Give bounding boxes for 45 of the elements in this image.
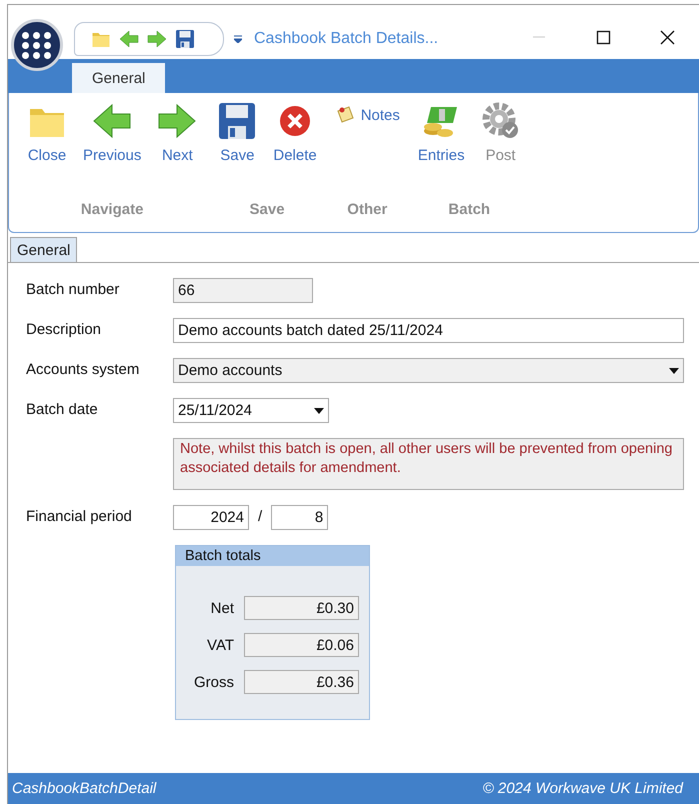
- window-title: Cashbook Batch Details...: [254, 30, 438, 48]
- panel-title: Batch totals: [176, 546, 369, 566]
- group-label: Batch: [448, 201, 490, 218]
- ribbon-button[interactable]: Notes: [332, 105, 402, 125]
- note-message: Note, whilst this batch is open, all other users will be prevented from opening associated details for amendment.: [173, 438, 684, 490]
- dropdown-caret-icon: [314, 408, 324, 414]
- dropdown[interactable]: Demo accounts: [173, 358, 684, 383]
- total-label: Gross: [194, 674, 234, 690]
- ribbon-tab[interactable]: General: [72, 63, 166, 93]
- ribbon-button[interactable]: Entries: [414, 93, 469, 169]
- field-label: Accounts system: [26, 360, 140, 378]
- group-label: Save: [250, 201, 285, 218]
- ribbon-button[interactable]: Save: [213, 93, 262, 169]
- group-label: Navigate: [80, 201, 144, 218]
- total-label: VAT: [207, 636, 234, 654]
- year-field[interactable]: 2024: [173, 505, 249, 530]
- ribbon-button[interactable]: Previous: [79, 93, 146, 169]
- field-label: Financial period: [26, 507, 133, 525]
- total-label: Net: [210, 600, 234, 616]
- total-field: £0.36: [244, 670, 359, 694]
- total-field: £0.06: [244, 633, 359, 657]
- left-arrow-icon: [92, 101, 132, 141]
- gear-icon: [480, 101, 521, 141]
- field-label: Description: [26, 320, 102, 338]
- right-arrow-icon: [157, 101, 198, 141]
- batch-number-field[interactable]: 66: [173, 278, 313, 303]
- text-field[interactable]: Demo accounts batch dated 25/11/2024: [173, 318, 684, 343]
- notepad-icon: [334, 105, 355, 125]
- page-tab[interactable]: General: [10, 237, 78, 262]
- period-field[interactable]: 8: [271, 505, 328, 530]
- ribbon-button[interactable]: Next: [153, 93, 202, 169]
- field-label: Batch date: [26, 400, 99, 418]
- status-text: CashbookBatchDetail: [12, 780, 156, 797]
- separator: /: [257, 507, 264, 525]
- dropdown-caret-icon: [669, 368, 679, 374]
- customize-toolbar-icon[interactable]: [234, 35, 242, 43]
- total-field: £0.30: [244, 596, 359, 620]
- group-label: Other: [347, 201, 388, 218]
- field-label: Batch number: [26, 280, 120, 298]
- ribbon-button[interactable]: Delete: [269, 93, 321, 169]
- date-picker[interactable]: 25/11/2024: [173, 398, 329, 423]
- ribbon-button[interactable]: Close: [23, 93, 71, 169]
- right-arrow-icon: [147, 29, 167, 49]
- copyright-text: © 2024 Workwave UK Limited: [482, 780, 683, 797]
- left-arrow-icon: [119, 29, 139, 49]
